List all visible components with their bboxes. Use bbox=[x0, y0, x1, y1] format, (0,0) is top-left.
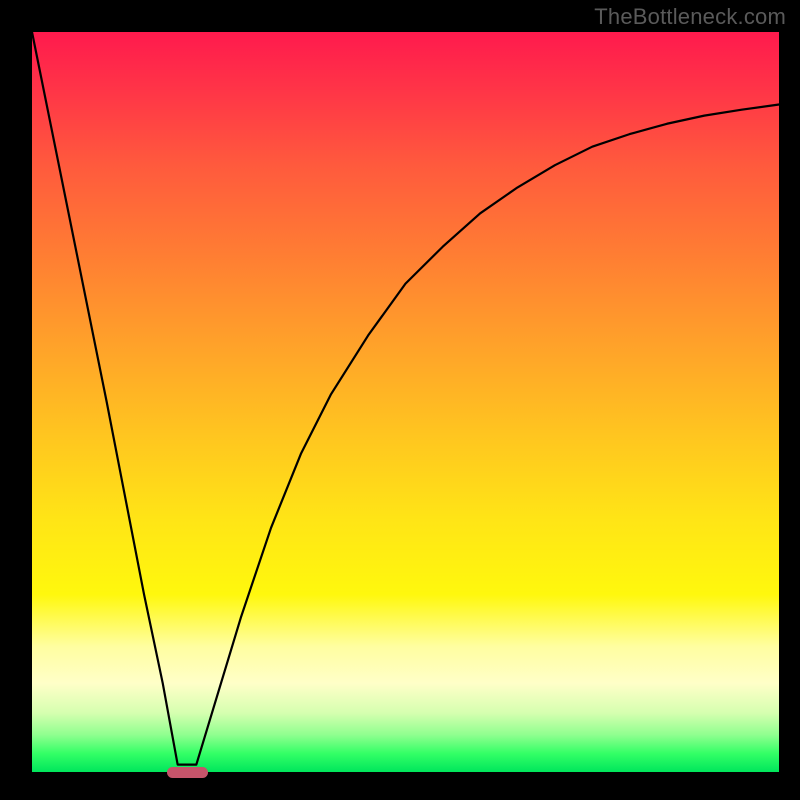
chart-frame: TheBottleneck.com bbox=[0, 0, 800, 800]
watermark-text: TheBottleneck.com bbox=[594, 4, 786, 30]
min-marker bbox=[167, 767, 208, 778]
plot-area bbox=[32, 32, 779, 772]
